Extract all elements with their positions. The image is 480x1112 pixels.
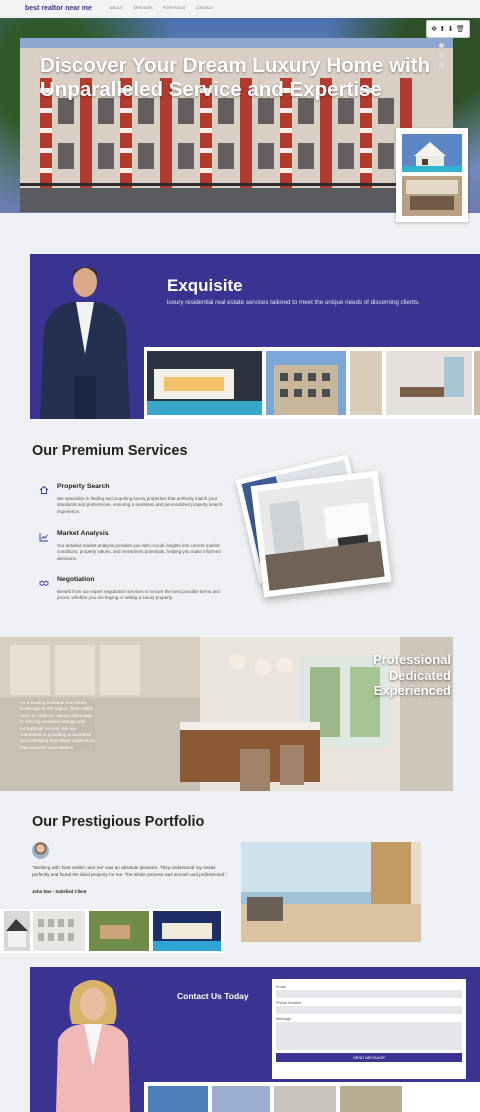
upload-icon[interactable]: ⬆	[439, 25, 445, 33]
nav-link-about[interactable]: ABOUT	[110, 6, 123, 10]
nav-link-portfolio[interactable]: PORTFOLIO	[163, 6, 186, 10]
service-item	[39, 529, 49, 547]
feature-overlay-text: As a leading boutique real estate broker…	[20, 700, 95, 752]
service-description: We specialize in finding and acquiring l…	[57, 496, 223, 514]
nav-link-contact[interactable]: CONTACT	[196, 6, 215, 10]
email-label: Email	[276, 985, 286, 989]
portfolio-thumbnail-strip	[0, 909, 224, 953]
agent-portrait	[48, 976, 138, 1112]
testimonial-client: John Doe - Satisfied Client	[32, 889, 87, 894]
move-icon[interactable]: ✥	[431, 25, 437, 33]
tagline-line: Experienced	[373, 683, 451, 698]
contact-heading: Contact Us Today	[177, 991, 249, 1001]
contact-form: Email Phone Number Message SEND MESSAGE	[272, 979, 466, 1079]
portfolio-heading: Our Prestigious Portfolio	[32, 814, 205, 830]
top-navbar: best realtor near me ABOUT SERVICES PORT…	[0, 0, 480, 16]
feature-tagline: Professional Dedicated Experienced	[311, 652, 451, 699]
download-icon[interactable]: ⬇	[448, 25, 454, 33]
message-field[interactable]	[276, 1022, 462, 1050]
chart-icon	[39, 533, 48, 542]
carousel-dot[interactable]	[439, 43, 444, 48]
tagline-line: Dedicated	[388, 667, 451, 683]
email-field[interactable]	[276, 990, 462, 998]
service-title: Market Analysis	[57, 530, 109, 537]
hero-thumbnail-frame	[396, 128, 468, 222]
contact-gallery-strip	[144, 1082, 480, 1112]
brand-logo[interactable]: best realtor near me	[25, 5, 92, 12]
intro-description: luxury residential real estate services …	[167, 299, 420, 306]
intro-title: Exquisite	[167, 276, 243, 295]
service-title: Negotiation	[57, 576, 95, 583]
service-description: Our detailed market analysis provides yo…	[57, 543, 221, 561]
trash-icon[interactable]: 🗑	[456, 25, 465, 33]
carousel-dot[interactable]	[439, 53, 444, 58]
service-item	[39, 575, 49, 593]
image-edit-toolbar: ✥ ⬆ ⬇ 🗑	[426, 20, 470, 38]
service-title: Property Search	[57, 483, 110, 490]
message-label: Message	[276, 1017, 292, 1021]
service-photo-front	[250, 470, 392, 598]
phone-label: Phone Number	[276, 1001, 302, 1005]
phone-field[interactable]	[276, 1006, 462, 1014]
gallery-strip	[144, 347, 480, 419]
carousel-dot[interactable]	[439, 63, 444, 68]
service-item	[39, 482, 49, 500]
nav-link-services[interactable]: SERVICES	[133, 6, 153, 10]
handshake-icon	[39, 580, 49, 587]
testimonial-quote: "Working with 'best realtor near me' was…	[32, 865, 227, 877]
send-message-button[interactable]: SEND MESSAGE	[276, 1053, 462, 1062]
hero-title: Discover Your Dream Luxury Home with Unp…	[40, 54, 430, 101]
realtor-portrait	[30, 258, 140, 419]
service-description: Benefit from our expert negotiation serv…	[57, 589, 220, 601]
tagline-line: Professional	[372, 652, 451, 667]
home-icon	[39, 485, 49, 494]
portfolio-main-photo	[241, 842, 421, 942]
client-avatar	[32, 842, 49, 859]
services-heading: Our Premium Services	[32, 443, 188, 459]
